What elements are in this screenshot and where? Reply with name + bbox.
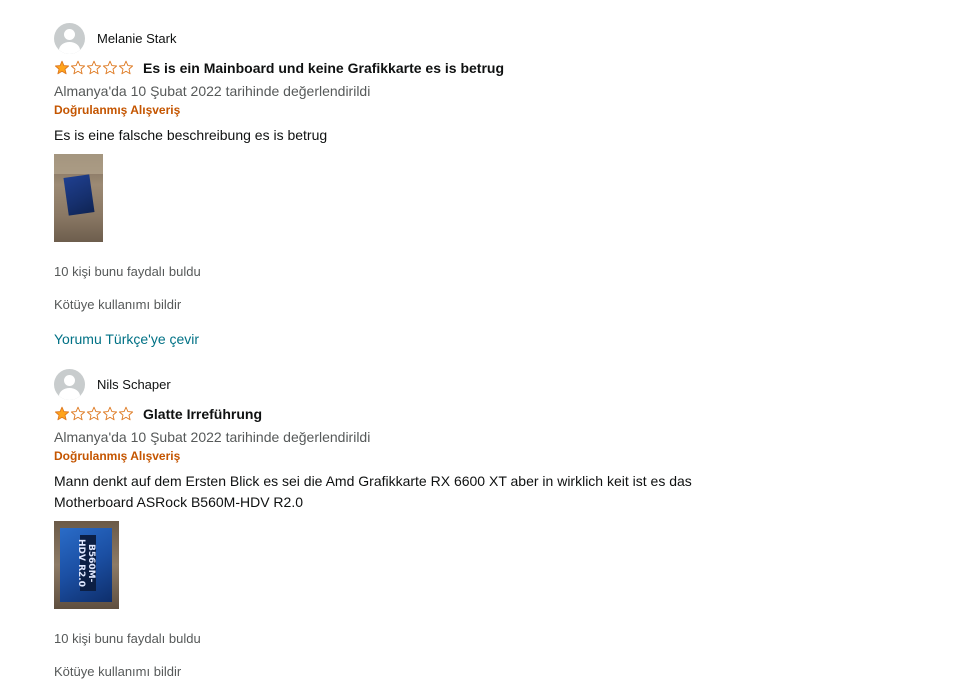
avatar-head-shape xyxy=(64,28,75,40)
review-body-line: Mann denkt auf dem Ersten Blick es sei d… xyxy=(54,473,692,489)
star-empty-icon xyxy=(86,406,102,421)
star-rating[interactable] xyxy=(54,60,134,76)
helpful-count: 10 kişi bunu faydalı buldu xyxy=(54,264,201,279)
translate-review-link[interactable]: Yorumu Türkçe'ye çevir xyxy=(54,330,914,348)
box-flap-shape xyxy=(54,154,103,174)
review-body: Es is eine falsche beschreibung es is be… xyxy=(54,127,328,143)
review-date: Almanya'da 10 Şubat 2022 tarihinde değer… xyxy=(54,429,371,445)
star-empty-icon xyxy=(118,60,134,75)
verified-purchase-badge[interactable]: Doğrulanmış Alışveriş xyxy=(54,103,914,117)
star-empty-icon xyxy=(102,406,118,421)
report-abuse-link[interactable]: Kötüye kullanımı bildir xyxy=(54,664,914,679)
report-abuse-link[interactable]: Kötüye kullanımı bildir xyxy=(54,297,914,313)
verified-purchase-badge[interactable]: Doğrulanmış Alışveriş xyxy=(54,449,914,463)
review-title[interactable]: Glatte Irreführung xyxy=(143,406,262,422)
review-title-row: Es is ein Mainboard und keine Grafikkart… xyxy=(54,58,914,78)
star-empty-icon xyxy=(86,60,102,75)
star-filled-icon xyxy=(54,406,70,421)
avatar-body-shape xyxy=(59,41,80,54)
star-empty-icon xyxy=(102,60,118,75)
reviewer-profile[interactable]: Melanie Stark xyxy=(54,22,914,54)
reviewer-name[interactable]: Melanie Stark xyxy=(97,31,176,46)
product-box-label: B560M-HDV R2.0 xyxy=(76,535,96,591)
star-empty-icon xyxy=(70,406,86,421)
reviewer-name[interactable]: Nils Schaper xyxy=(97,377,171,392)
product-box-shape xyxy=(63,174,95,216)
star-empty-icon xyxy=(70,60,86,75)
helpful-count: 10 kişi bunu faydalı buldu xyxy=(54,631,201,646)
avatar-head-shape xyxy=(64,374,75,386)
avatar-body-shape xyxy=(59,387,80,400)
review-card: Nils Schaper Glatte Irreführung Almanya'… xyxy=(54,368,914,679)
review-date: Almanya'da 10 Şubat 2022 tarihinde değer… xyxy=(54,83,371,99)
review-title[interactable]: Es is ein Mainboard und keine Grafikkart… xyxy=(143,60,504,76)
review-body-line: Motherboard ASRock B560M-HDV R2.0 xyxy=(54,494,303,510)
star-rating[interactable] xyxy=(54,406,134,422)
review-image-thumbnail[interactable] xyxy=(54,154,103,242)
reviews-page: Melanie Stark Es is ein Mainboard und ke… xyxy=(0,0,967,679)
reviewer-profile[interactable]: Nils Schaper xyxy=(54,368,914,400)
review-card: Melanie Stark Es is ein Mainboard und ke… xyxy=(54,22,914,348)
avatar[interactable] xyxy=(54,368,85,400)
review-image-thumbnail[interactable]: B560M-HDV R2.0 xyxy=(54,521,119,609)
star-filled-icon xyxy=(54,60,70,75)
avatar[interactable] xyxy=(54,22,85,54)
review-title-row: Glatte Irreführung xyxy=(54,404,914,424)
review-body: Mann denkt auf dem Ersten Blick es sei d… xyxy=(54,471,714,513)
star-empty-icon xyxy=(118,406,134,421)
